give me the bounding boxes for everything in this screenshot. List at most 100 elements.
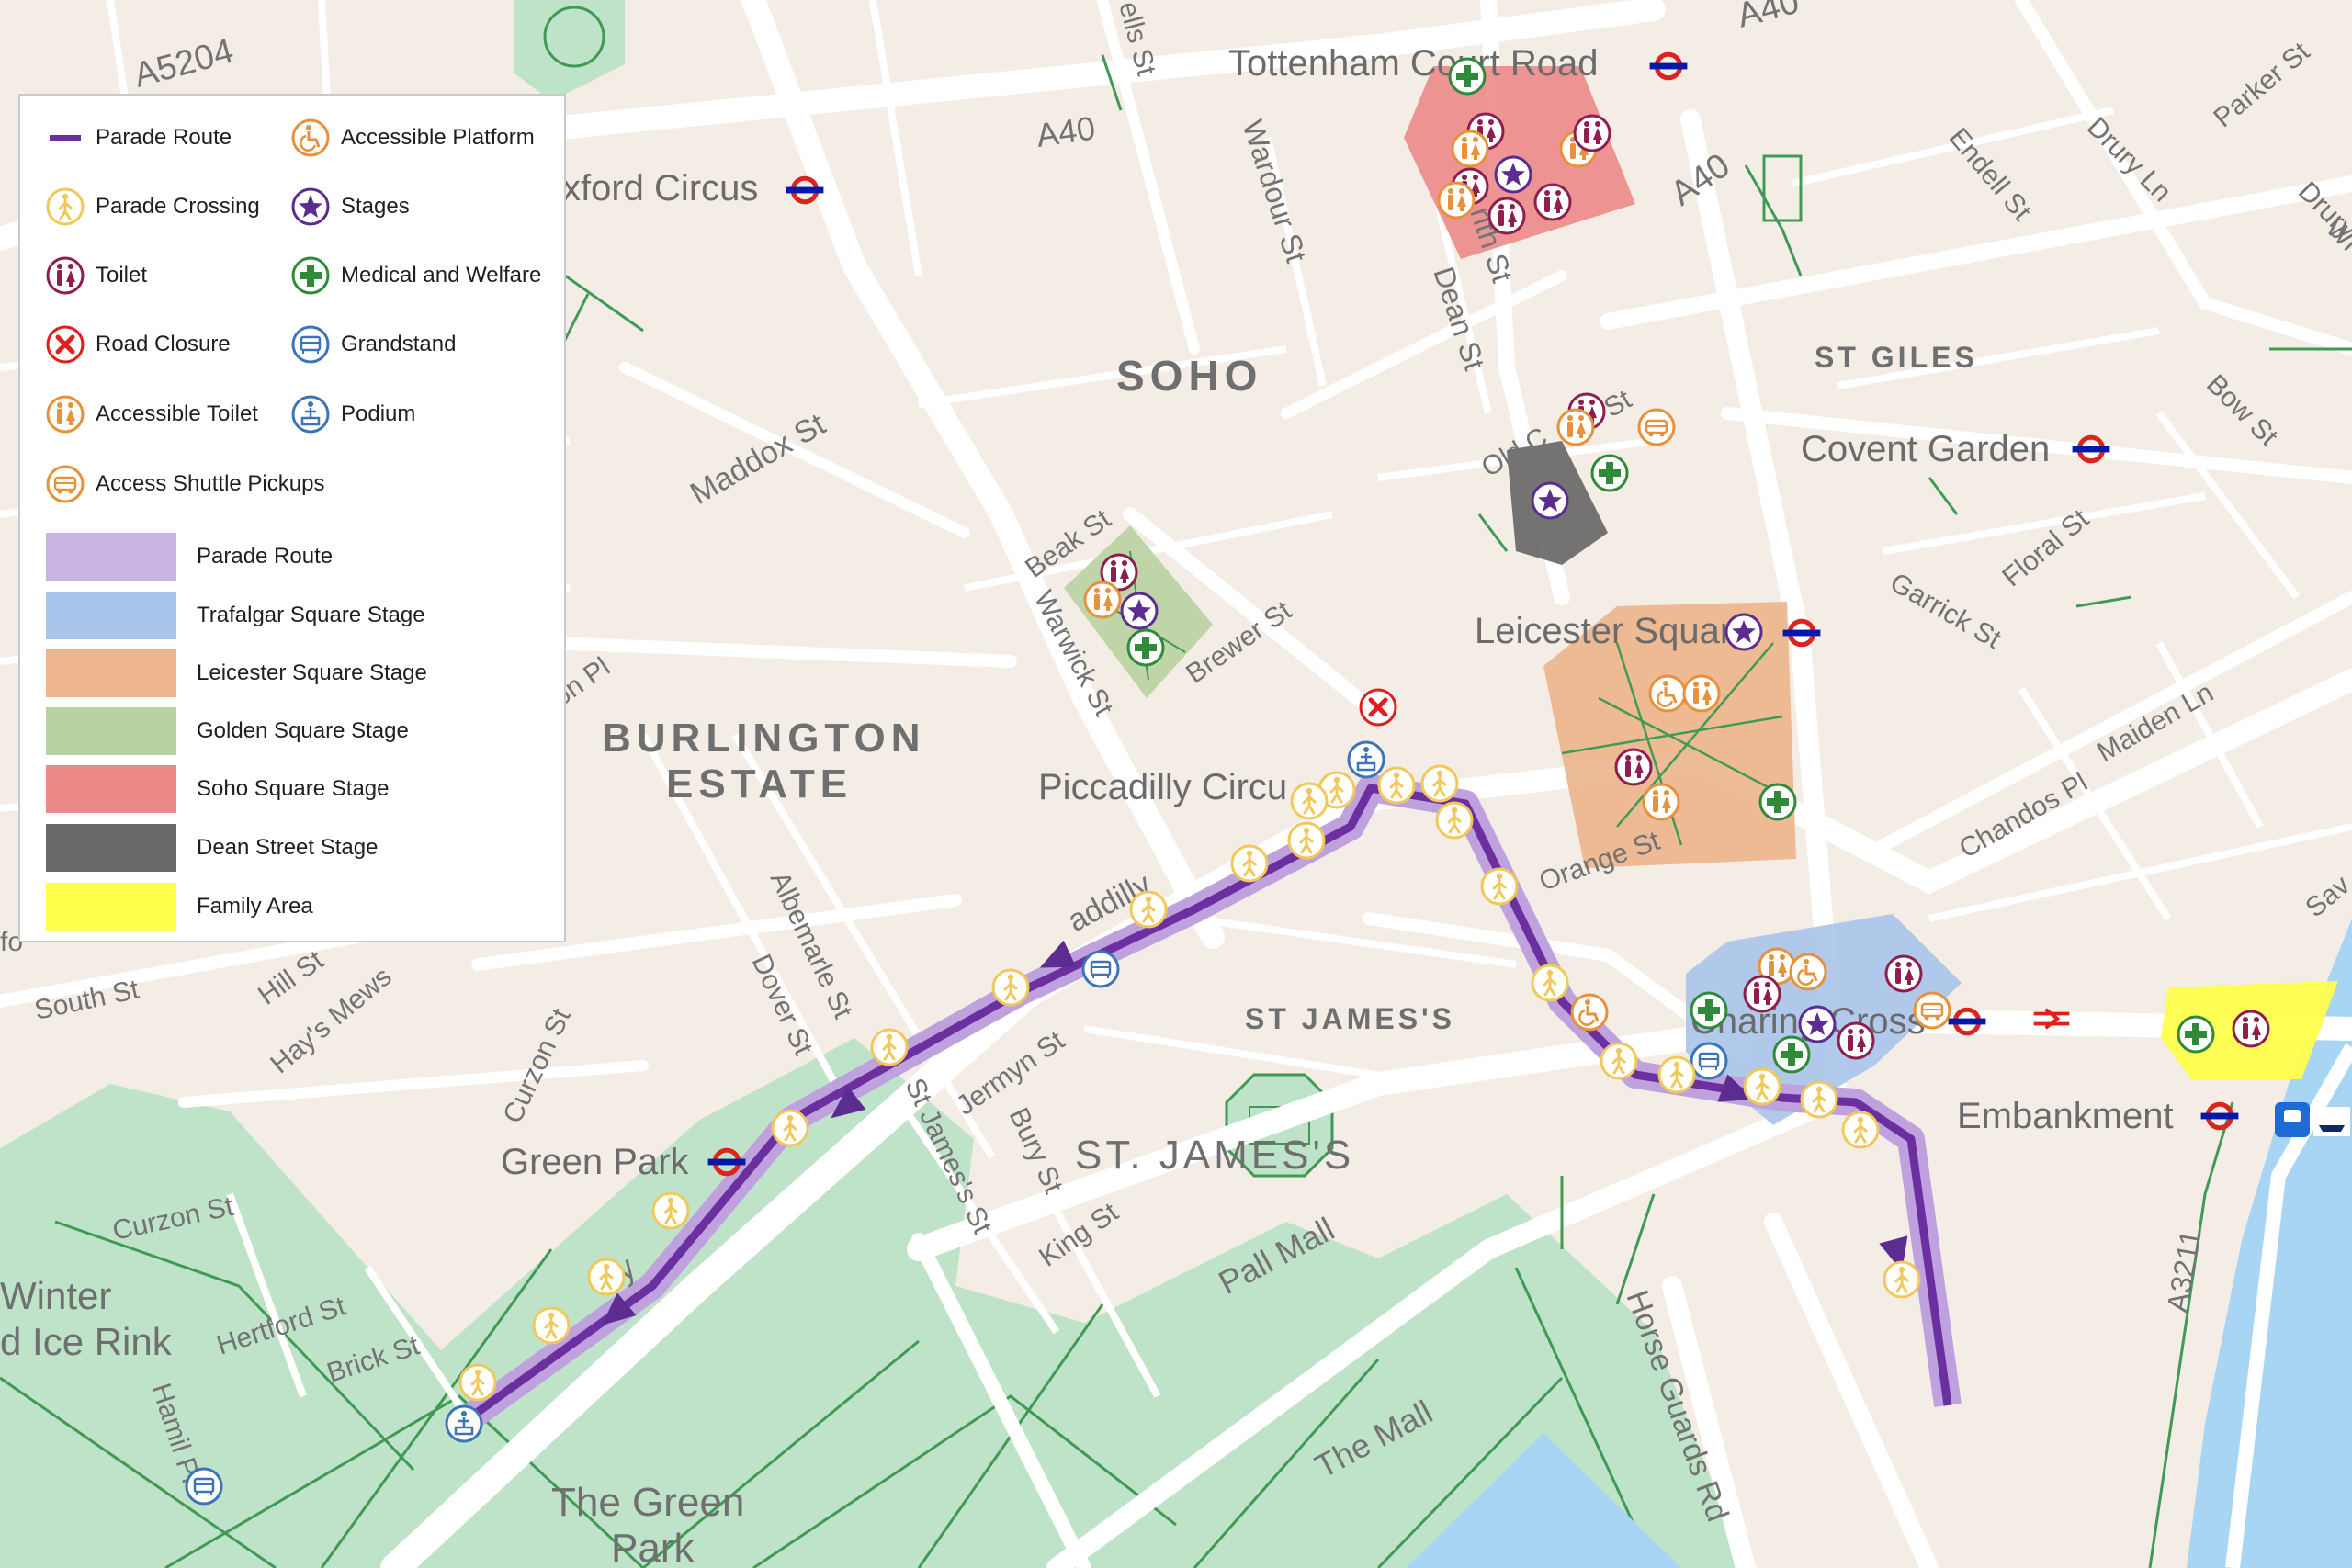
- accessible-toilet-icon[interactable]: [1556, 408, 1595, 446]
- swatch-color: [46, 765, 176, 813]
- grandstand-icon[interactable]: [1081, 950, 1120, 988]
- toilet-icon[interactable]: [1614, 748, 1653, 786]
- legend-item-accessible-toilet: Accessible Toilet: [44, 392, 258, 436]
- legend-item-parade-crossing: Parade Crossing: [44, 185, 260, 229]
- map-legend: Parade Route Accessible Platform Parade …: [18, 94, 566, 942]
- toilet-icon[interactable]: [1573, 114, 1611, 152]
- place-label-park: Park: [611, 1526, 695, 1568]
- medical-cross-icon[interactable]: [1690, 991, 1728, 1030]
- station-label: Piccadilly Circu: [1038, 767, 1287, 807]
- legend-label: Access Shuttle Pickups: [96, 471, 325, 496]
- legend-label: Podium: [341, 401, 416, 426]
- legend-item-road-closure: Road Closure: [44, 322, 231, 367]
- stage-star-icon[interactable]: [1531, 481, 1569, 520]
- legend-item-parade-route: Parade Route: [44, 116, 232, 160]
- legend-label: Trafalgar Square Stage: [197, 603, 425, 627]
- parade-crossing-icon[interactable]: [870, 1028, 909, 1066]
- medical-cross-icon: [291, 256, 330, 295]
- station-label: Green Park: [501, 1142, 690, 1182]
- station-label: Covent Garden: [1801, 429, 2050, 469]
- parade-crossing-icon[interactable]: [1480, 867, 1519, 906]
- medical-cross-icon[interactable]: [1758, 783, 1797, 821]
- district-label-st-giles: ST GILES: [1815, 341, 1978, 374]
- district-label-soho: SOHO: [1116, 352, 1262, 400]
- parade-crossing-icon[interactable]: [1290, 782, 1329, 820]
- parade-crossing-icon[interactable]: [458, 1363, 497, 1402]
- parade-crossing-icon[interactable]: [651, 1191, 690, 1230]
- parade-crossing-icon[interactable]: [991, 968, 1030, 1007]
- swatch-color: [46, 883, 176, 931]
- legend-item-accessible-platform: Accessible Platform: [289, 116, 535, 160]
- parade-crossing-icon[interactable]: [1420, 764, 1459, 803]
- parade-crossing-icon[interactable]: [771, 1109, 809, 1147]
- stage-star-icon[interactable]: [1120, 592, 1159, 630]
- legend-swatch-leicester: Leicester Square Stage: [46, 649, 427, 697]
- medical-cross-icon[interactable]: [1590, 454, 1629, 492]
- parade-crossing-icon: [46, 187, 85, 226]
- toilet-icon[interactable]: [1884, 954, 1923, 993]
- legend-item-shuttle: Access Shuttle Pickups: [44, 462, 324, 506]
- stage-star-icon[interactable]: [1494, 155, 1532, 194]
- legend-swatch-dean-street: Dean Street Stage: [46, 824, 378, 872]
- legend-label: Family Area: [197, 894, 313, 919]
- shuttle-bus-icon[interactable]: [1637, 408, 1676, 446]
- accessible-platform-icon[interactable]: [1648, 674, 1687, 713]
- parade-crossing-icon[interactable]: [1600, 1042, 1638, 1080]
- district-label-estate: ESTATE: [666, 761, 853, 807]
- parade-crossing-icon[interactable]: [1743, 1067, 1781, 1106]
- accessible-toilet-icon[interactable]: [1437, 181, 1476, 220]
- toilet-icon[interactable]: [1533, 183, 1572, 221]
- accessible-toilet-icon[interactable]: [1642, 783, 1680, 821]
- parade-crossing-icon[interactable]: [1883, 1260, 1921, 1299]
- parade-crossing-icon[interactable]: [1657, 1055, 1696, 1094]
- legend-label: Dean Street Stage: [197, 835, 379, 860]
- stage-star-icon[interactable]: [1798, 1005, 1837, 1043]
- parade-crossing-icon[interactable]: [1129, 890, 1168, 929]
- medical-cross-icon[interactable]: [1126, 628, 1165, 667]
- station-label: Leicester Square: [1475, 611, 1752, 651]
- grandstand-icon[interactable]: [185, 1467, 223, 1506]
- toilet-icon[interactable]: [1743, 975, 1781, 1013]
- parade-crossing-icon[interactable]: [1800, 1080, 1838, 1119]
- district-label-burlington: BURLINGTON: [602, 716, 926, 761]
- medical-cross-icon[interactable]: [2177, 1015, 2215, 1054]
- parade-crossing-icon[interactable]: [587, 1258, 626, 1296]
- station-label: xford Circus: [562, 168, 758, 209]
- medical-cross-icon[interactable]: [1772, 1035, 1811, 1074]
- parade-crossing-icon[interactable]: [1230, 844, 1269, 883]
- road-closure-icon[interactable]: [1361, 690, 1396, 725]
- toilet-icon[interactable]: [1487, 197, 1526, 235]
- legend-label: Soho Square Stage: [197, 776, 390, 801]
- shuttle-bus-icon: [46, 465, 85, 503]
- swatch-color: [46, 707, 176, 755]
- parade-crossing-icon[interactable]: [532, 1306, 571, 1345]
- legend-label: Road Closure: [96, 332, 231, 356]
- place-label-ice-rink: d Ice Rink: [0, 1320, 173, 1363]
- legend-swatch-parade-route: Parade Route: [46, 533, 333, 581]
- parade-crossing-icon[interactable]: [1531, 964, 1569, 1002]
- toilet-icon[interactable]: [1837, 1021, 1875, 1060]
- toilet-icon[interactable]: [2232, 1010, 2270, 1048]
- podium-icon[interactable]: [1347, 740, 1385, 779]
- station-label: Embankment: [1957, 1096, 2174, 1136]
- stage-star-icon[interactable]: [1724, 613, 1763, 651]
- accessible-toilet-icon[interactable]: [1682, 674, 1721, 713]
- station-label: Tottenham Court Road: [1228, 43, 1598, 84]
- parade-crossing-icon[interactable]: [1377, 766, 1416, 805]
- parade-map: A5204 A40 A40 A40 ells St Wardour St Dean St ri…: [0, 0, 2352, 1568]
- legend-label: Parade Crossing: [96, 194, 260, 219]
- legend-swatch-golden: Golden Square Stage: [46, 707, 409, 755]
- podium-icon[interactable]: [445, 1404, 483, 1443]
- accessible-toilet-icon: [46, 395, 85, 434]
- parade-crossing-icon[interactable]: [1435, 801, 1474, 840]
- parade-crossing-icon[interactable]: [1287, 821, 1326, 860]
- shuttle-bus-icon[interactable]: [1913, 991, 1951, 1030]
- accessible-platform-icon[interactable]: [1789, 953, 1827, 991]
- parade-crossing-icon[interactable]: [1841, 1111, 1880, 1149]
- accessible-toilet-icon[interactable]: [1083, 581, 1122, 619]
- grandstand-icon: [291, 325, 330, 364]
- medical-cross-icon[interactable]: [1448, 57, 1487, 96]
- grandstand-icon[interactable]: [1690, 1042, 1728, 1080]
- accessible-platform-icon[interactable]: [1570, 993, 1609, 1032]
- accessible-toilet-icon[interactable]: [1451, 130, 1489, 168]
